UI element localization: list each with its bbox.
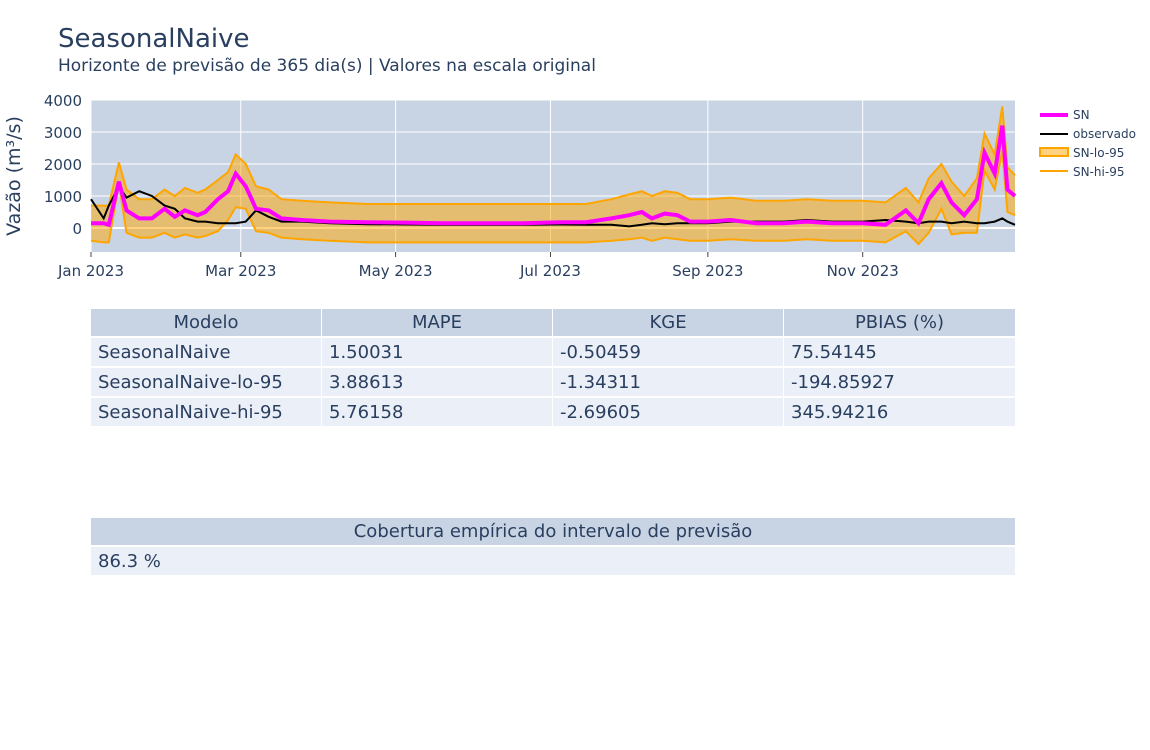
y-tick-labels: 0 1000 2000 3000 4000 xyxy=(44,92,82,238)
y-tick-label: 0 xyxy=(72,220,82,238)
y-tick-label: 3000 xyxy=(44,124,82,142)
coverage-value: 86.3 % xyxy=(91,547,1016,577)
coverage-header: Cobertura empírica do intervalo de previ… xyxy=(91,518,1016,547)
x-tick-label: Sep 2023 xyxy=(672,262,743,280)
y-axis-label: Vazão (m³/s) xyxy=(3,116,25,236)
table-cell: -0.50459 xyxy=(553,338,784,368)
table-cell: -1.34311 xyxy=(553,368,784,398)
legend-label-sn: SN xyxy=(1073,108,1090,122)
x-tick-label: Mar 2023 xyxy=(205,262,276,280)
column-header-pbias: PBIAS (%) xyxy=(784,309,1016,338)
table-row: 86.3 % xyxy=(91,547,1016,577)
x-tick-label: Jul 2023 xyxy=(519,262,581,280)
legend-label-observado: observado xyxy=(1073,127,1136,141)
table-cell: 345.94216 xyxy=(784,398,1016,428)
table-cell: 75.54145 xyxy=(784,338,1016,368)
x-tick-label: Jan 2023 xyxy=(57,262,124,280)
table-row: SeasonalNaive 1.50031 -0.50459 75.54145 xyxy=(91,338,1016,368)
legend: SN observado SN-lo-95 SN-hi-95 xyxy=(1039,108,1136,179)
metrics-table: Modelo MAPE KGE PBIAS (%) SeasonalNaive … xyxy=(91,309,1016,428)
table-row: SeasonalNaive-lo-95 3.88613 -1.34311 -19… xyxy=(91,368,1016,398)
legend-label-sn-lo-95: SN-lo-95 xyxy=(1073,146,1124,160)
table-cell: -2.69605 xyxy=(553,398,784,428)
table-cell: SeasonalNaive xyxy=(91,338,322,368)
legend-swatch-sn-lo-95 xyxy=(1039,147,1069,157)
table-cell: SeasonalNaive-hi-95 xyxy=(91,398,322,428)
table-cell: 5.76158 xyxy=(322,398,553,428)
x-tick-label: May 2023 xyxy=(359,262,433,280)
y-tick-label: 1000 xyxy=(44,188,82,206)
table-cell: 1.50031 xyxy=(322,338,553,368)
coverage-table: Cobertura empírica do intervalo de previ… xyxy=(91,518,1016,577)
table-row: SeasonalNaive-hi-95 5.76158 -2.69605 345… xyxy=(91,398,1016,428)
y-tick-label: 2000 xyxy=(44,156,82,174)
table-cell: -194.85927 xyxy=(784,368,1016,398)
table-cell: SeasonalNaive-lo-95 xyxy=(91,368,322,398)
forecast-chart: 0 1000 2000 3000 4000 Jan 2023 Mar 2023 May 20… xyxy=(3,92,1136,280)
table-cell: 3.88613 xyxy=(322,368,553,398)
column-header-kge: KGE xyxy=(553,309,784,338)
column-header-mape: MAPE xyxy=(322,309,553,338)
x-tick-label: Nov 2023 xyxy=(827,262,899,280)
x-tick-labels: Jan 2023 Mar 2023 May 2023 Jul 2023 Sep 2023… xyxy=(57,262,899,280)
metrics-header-row: Modelo MAPE KGE PBIAS (%) xyxy=(91,309,1016,338)
y-tick-label: 4000 xyxy=(44,92,82,110)
coverage-header-row: Cobertura empírica do intervalo de previ… xyxy=(91,518,1016,547)
column-header-modelo: Modelo xyxy=(91,309,322,338)
legend-label-sn-hi-95: SN-hi-95 xyxy=(1073,165,1124,179)
